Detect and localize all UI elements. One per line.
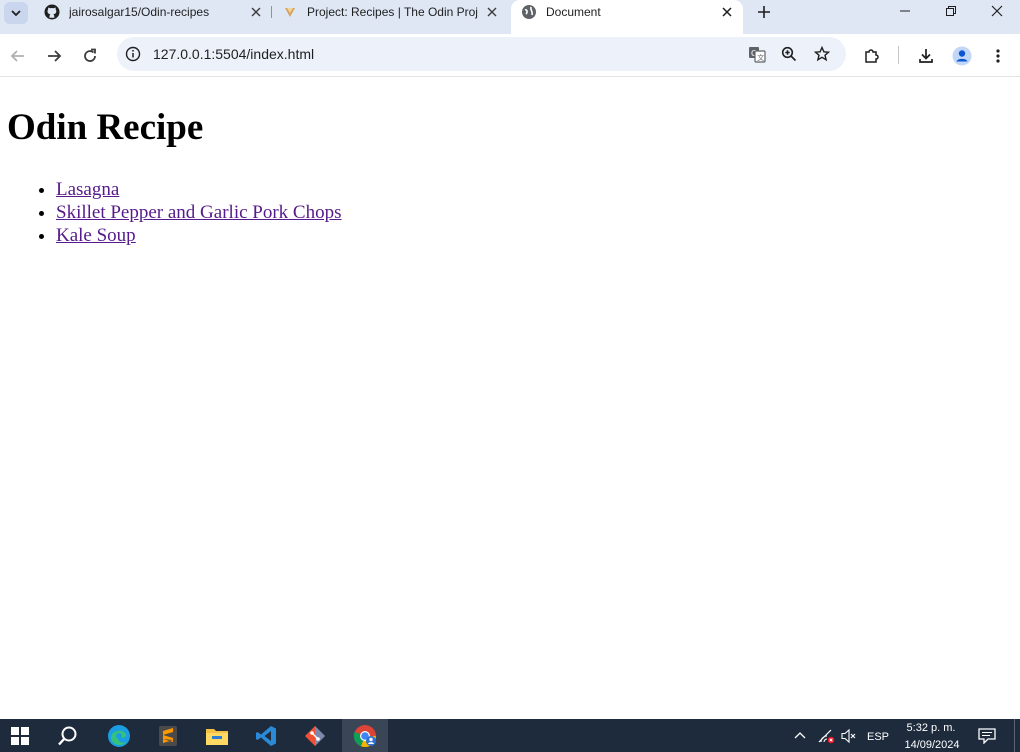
close-icon[interactable] <box>484 4 500 20</box>
extensions-button[interactable] <box>859 43 885 69</box>
tab-github[interactable]: jairosalgar15/Odin-recipes <box>44 0 264 24</box>
edge-icon <box>108 724 130 747</box>
taskbar-file-explorer[interactable] <box>197 719 237 752</box>
git-icon <box>305 725 325 746</box>
arrow-right-icon <box>48 50 62 62</box>
notifications-button[interactable] <box>973 719 1001 752</box>
tab-odin-project[interactable]: Project: Recipes | The Odin Project <box>282 0 500 24</box>
browser-toolbar: 127.0.0.1:5504/index.html G文 <box>0 35 1020 77</box>
recipe-link-lasagna[interactable]: Lasagna <box>56 179 119 200</box>
list-item: Kale Soup <box>56 224 342 247</box>
taskbar-vscode[interactable] <box>246 719 286 752</box>
github-icon <box>44 4 60 20</box>
more-vertical-icon <box>996 49 1000 63</box>
odin-project-icon <box>282 4 298 20</box>
taskbar-git[interactable] <box>295 719 335 752</box>
recipe-link-pork-chops[interactable]: Skillet Pepper and Garlic Pork Chops <box>56 202 342 223</box>
tab-separator <box>271 6 272 18</box>
search-icon <box>58 726 77 745</box>
close-icon <box>991 5 1003 17</box>
url-text[interactable]: 127.0.0.1:5504/index.html <box>153 46 314 62</box>
windows-taskbar: ESP 5:32 p. m. 14/09/2024 <box>0 719 1020 752</box>
show-desktop-button[interactable] <box>1014 719 1020 752</box>
close-icon[interactable] <box>719 4 735 20</box>
page-content: Odin Recipe Lasagna Skillet Pepper and G… <box>0 78 1020 719</box>
back-button[interactable] <box>5 43 31 69</box>
minimize-button[interactable] <box>882 0 928 22</box>
taskbar-sublime-text[interactable] <box>148 719 188 752</box>
svg-text:文: 文 <box>757 53 764 62</box>
reload-icon <box>84 48 96 62</box>
vscode-icon <box>256 725 276 746</box>
sublime-text-icon <box>159 725 177 746</box>
tray-network[interactable] <box>814 719 838 752</box>
start-button[interactable] <box>0 719 40 752</box>
windows-start-icon <box>11 726 29 745</box>
restore-button[interactable] <box>928 0 974 22</box>
tray-overflow-button[interactable] <box>788 719 812 752</box>
taskbar-edge[interactable] <box>99 719 139 752</box>
download-icon <box>919 49 933 63</box>
network-disconnected-icon <box>818 729 835 743</box>
tab-search-button[interactable] <box>4 2 28 24</box>
close-icon[interactable] <box>248 4 264 20</box>
chevron-down-icon <box>11 10 21 17</box>
tab-strip: jairosalgar15/Odin-recipes Project: Reci… <box>0 0 1020 35</box>
toolbar-separator <box>898 46 899 64</box>
translate-icon[interactable]: G文 <box>747 44 767 64</box>
zoom-icon[interactable] <box>779 44 799 64</box>
downloads-button[interactable] <box>913 43 939 69</box>
plus-icon <box>758 6 770 18</box>
chrome-icon <box>353 724 377 747</box>
tray-volume[interactable] <box>837 719 861 752</box>
puzzle-icon <box>865 49 879 63</box>
profile-avatar-icon <box>952 46 972 66</box>
file-explorer-icon <box>206 728 228 745</box>
taskbar-chrome[interactable] <box>342 719 388 752</box>
tab-title: jairosalgar15/Odin-recipes <box>69 5 210 19</box>
restore-icon <box>946 6 956 16</box>
globe-icon <box>521 4 537 20</box>
minimize-icon <box>900 10 910 12</box>
clock-time[interactable]: 5:32 p. m. <box>896 722 966 734</box>
forward-button[interactable] <box>41 43 67 69</box>
recipe-link-kale-soup[interactable]: Kale Soup <box>56 225 136 246</box>
reload-button[interactable] <box>77 43 103 69</box>
clock-date[interactable]: 14/09/2024 <box>896 739 968 751</box>
bookmark-star-icon[interactable] <box>812 44 832 64</box>
new-tab-button[interactable] <box>754 2 774 22</box>
keyboard-language[interactable]: ESP <box>864 731 892 743</box>
tab-document[interactable]: Document <box>511 0 743 35</box>
arrow-left-icon <box>10 50 24 62</box>
info-icon[interactable] <box>123 44 143 64</box>
chevron-up-icon <box>794 731 806 738</box>
notification-icon <box>978 727 996 744</box>
tab-title: Project: Recipes | The Odin Project <box>307 5 478 19</box>
profile-button[interactable] <box>949 43 975 69</box>
volume-muted-icon <box>841 728 856 743</box>
tab-title: Document <box>546 5 601 19</box>
close-window-button[interactable] <box>974 0 1020 22</box>
list-item: Skillet Pepper and Garlic Pork Chops <box>56 201 342 224</box>
taskbar-search-button[interactable] <box>48 719 88 752</box>
recipe-list: Lasagna Skillet Pepper and Garlic Pork C… <box>56 178 342 247</box>
address-bar[interactable]: 127.0.0.1:5504/index.html G文 <box>117 37 846 71</box>
menu-button[interactable] <box>985 43 1011 69</box>
page-title: Odin Recipe <box>7 107 204 148</box>
list-item: Lasagna <box>56 178 342 201</box>
